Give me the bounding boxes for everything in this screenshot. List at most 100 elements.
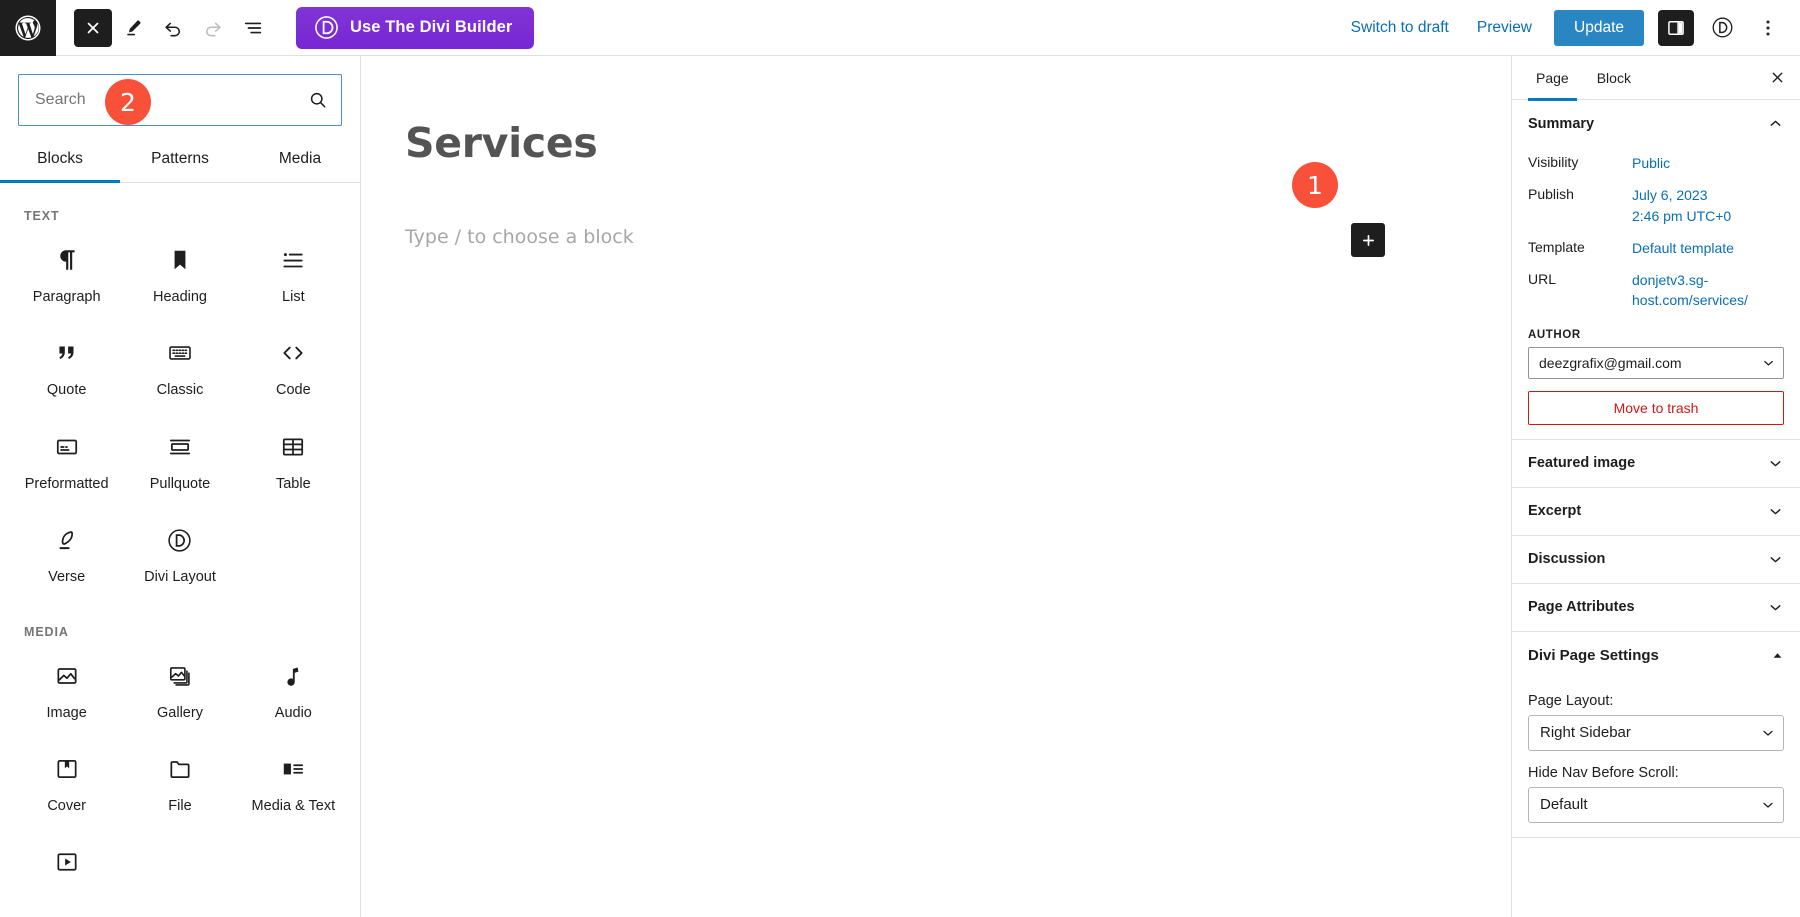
page-layout-select[interactable]: Right Sidebar [1528, 714, 1784, 751]
wordpress-logo-button[interactable] [0, 0, 56, 56]
tab-media[interactable]: Media [240, 138, 360, 182]
update-button[interactable]: Update [1554, 9, 1644, 46]
block-label: Paragraph [32, 289, 101, 305]
block-list-scroll[interactable]: TEXT Paragraph Heading List Quote Classi… [0, 183, 360, 903]
more-options-button[interactable] [1750, 10, 1786, 46]
panel-divi-page-settings-header[interactable]: Divi Page Settings [1512, 632, 1800, 679]
tools-edit-button[interactable] [114, 9, 152, 47]
image-icon [54, 661, 80, 691]
close-sidebar-button[interactable] [1760, 61, 1794, 95]
url-value-button[interactable]: donjetv3.sg-host.com/services/ [1632, 270, 1784, 311]
verse-icon [54, 525, 80, 555]
list-view-icon [242, 17, 264, 39]
divi-logo-icon [314, 15, 339, 40]
block-label: List [282, 289, 305, 305]
panel-summary-body: Visibility Public Publish July 6, 2023 2… [1512, 147, 1800, 439]
block-item-verse[interactable]: Verse [10, 507, 123, 598]
block-item-pullquote[interactable]: Pullquote [123, 414, 236, 505]
grid-spacer [237, 507, 350, 598]
add-block-button[interactable] [1351, 223, 1385, 257]
code-icon [280, 338, 306, 368]
pullquote-icon [167, 432, 193, 462]
settings-sidebar: Page Block Summary Visibility Public Pub… [1511, 56, 1800, 917]
file-folder-icon [167, 754, 193, 784]
block-item-cover[interactable]: Cover [10, 736, 123, 827]
empty-block-placeholder[interactable]: Type / to choose a block [405, 226, 634, 248]
editor-canvas[interactable]: Services Type / to choose a block [361, 56, 1511, 917]
publish-date-button[interactable]: July 6, 2023 2:46 pm UTC+0 [1632, 185, 1784, 226]
author-select-value: deezgrafix@gmail.com [1539, 354, 1682, 371]
kebab-menu-icon [1758, 18, 1778, 38]
panel-featured-image: Featured image [1512, 440, 1800, 488]
document-overview-button[interactable] [234, 9, 272, 47]
row-label: URL [1528, 271, 1557, 288]
close-icon [1769, 69, 1786, 86]
block-label: Divi Layout [144, 569, 216, 586]
search-input[interactable] [19, 91, 295, 109]
block-label: Preformatted [24, 475, 109, 492]
block-label: Audio [274, 704, 312, 721]
template-value-button[interactable]: Default template [1632, 238, 1784, 258]
panel-excerpt-header[interactable]: Excerpt [1512, 488, 1800, 535]
block-item-paragraph[interactable]: Paragraph [10, 227, 123, 318]
close-inserter-button[interactable] [74, 8, 112, 47]
panel-featured-image-header[interactable]: Featured image [1512, 440, 1800, 487]
block-item-media-text[interactable]: Media & Text [237, 736, 350, 827]
sidebar-panel-icon [1666, 18, 1686, 38]
block-item-quote[interactable]: Quote [10, 320, 123, 411]
move-to-trash-button[interactable]: Move to trash [1528, 390, 1784, 425]
visibility-value-button[interactable]: Public [1632, 153, 1784, 173]
page-layout-label: Page Layout: [1528, 692, 1614, 709]
use-divi-builder-button[interactable]: Use The Divi Builder [296, 6, 535, 49]
panel-summary-header[interactable]: Summary [1512, 100, 1800, 147]
preview-button[interactable]: Preview [1463, 11, 1546, 45]
block-item-list[interactable]: List [237, 227, 350, 318]
block-item-image[interactable]: Image [10, 643, 123, 734]
chevron-down-icon [1760, 725, 1776, 741]
inserter-search-wrap [0, 56, 360, 126]
block-item-gallery[interactable]: Gallery [123, 643, 236, 734]
block-item-divi-layout[interactable]: Divi Layout [123, 507, 236, 598]
panel-title: Discussion [1528, 551, 1606, 568]
block-item-preformatted[interactable]: Preformatted [10, 414, 123, 505]
block-inserter-panel: Blocks Patterns Media TEXT Paragraph [0, 56, 361, 917]
chevron-down-icon [1760, 797, 1776, 813]
chevron-down-icon [1767, 455, 1784, 472]
block-item-table[interactable]: Table [237, 414, 350, 505]
row-label: Template [1528, 238, 1585, 255]
author-label: AUTHOR [1528, 328, 1581, 341]
page-title[interactable]: Services [405, 119, 598, 167]
row-template: Template Default template [1528, 232, 1784, 264]
redo-button[interactable] [194, 9, 232, 47]
tab-patterns[interactable]: Patterns [120, 138, 240, 182]
block-item-file[interactable]: File [123, 736, 236, 827]
block-item-classic[interactable]: Classic [123, 320, 236, 411]
divi-icon-button[interactable] [1704, 10, 1740, 46]
panel-discussion-header[interactable]: Discussion [1512, 536, 1800, 583]
block-label: Image [46, 704, 87, 721]
hide-nav-select[interactable]: Default [1528, 786, 1784, 823]
block-item-code[interactable]: Code [237, 320, 350, 411]
switch-to-draft-button[interactable]: Switch to draft [1337, 11, 1463, 45]
chevron-down-icon [1767, 551, 1784, 568]
block-label: Quote [46, 382, 87, 399]
block-grid-text: Paragraph Heading List Quote Classic Cod… [10, 227, 350, 599]
panel-summary: Summary Visibility Public Publish July 6… [1512, 100, 1800, 440]
sidebar-tab-page[interactable]: Page [1522, 56, 1583, 101]
block-item-video[interactable] [10, 829, 123, 903]
search-submit-button[interactable] [295, 77, 341, 123]
settings-sidebar-toggle-button[interactable] [1658, 9, 1694, 46]
block-item-heading[interactable]: Heading [123, 227, 236, 318]
block-item-audio[interactable]: Audio [237, 643, 350, 734]
sidebar-tab-block[interactable]: Block [1583, 56, 1645, 100]
search-box[interactable] [18, 74, 342, 126]
tab-blocks[interactable]: Blocks [0, 138, 120, 183]
gallery-icon [167, 661, 193, 691]
table-icon [280, 432, 306, 462]
author-select[interactable]: deezgrafix@gmail.com [1528, 346, 1784, 379]
panel-page-attributes-header[interactable]: Page Attributes [1512, 584, 1800, 631]
block-label: Gallery [157, 704, 203, 721]
pencil-icon [123, 17, 144, 38]
undo-button[interactable] [154, 9, 192, 47]
section-title-media: MEDIA [24, 624, 69, 639]
